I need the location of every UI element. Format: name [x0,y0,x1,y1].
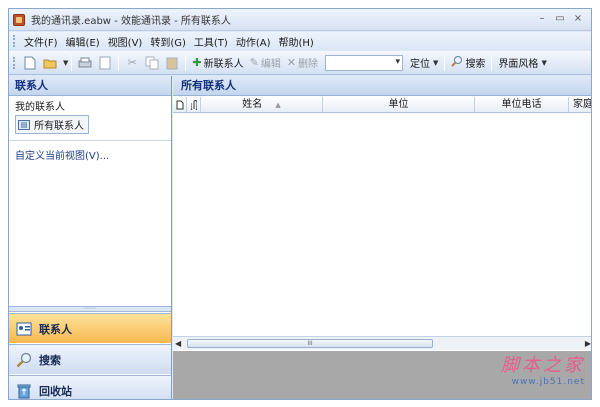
menu-help[interactable]: 帮助(H) [274,34,317,49]
delete-label: 删除 [298,59,319,70]
locate-label: 定位 [410,59,431,70]
scroll-left-icon[interactable]: ◀ [175,339,181,348]
horizontal-scrollbar[interactable]: ◀ III ▶ [173,336,591,350]
right-pane: 所有联系人 姓名 ▲ 单位 单位电话 家庭 ◀ III ▶ 脚本之家 www.j… [173,76,592,399]
nav-splitter[interactable]: ⋯⋯ [9,306,171,312]
new-document-icon[interactable] [22,55,38,71]
nav-search-button[interactable]: 搜索 [9,344,171,374]
column-company-label: 单位 [388,99,409,110]
all-contacts-label: 所有联系人 [34,121,84,132]
copy-icon[interactable] [144,55,160,71]
locate-input[interactable] [325,54,404,71]
edit-button[interactable]: ✎ 编辑 [247,55,284,70]
delete-button[interactable]: ✕ 删除 [284,55,321,70]
print-preview-icon[interactable] [97,55,113,71]
toolbar-separator [185,54,187,71]
open-dropdown-icon[interactable]: ▼ [63,59,68,67]
column-company-phone-label: 单位电话 [501,99,542,110]
nav-contacts-button[interactable]: 联系人 [9,313,171,343]
cut-icon[interactable]: ✂ [124,55,140,71]
nav-recycle-button[interactable]: 回收站 [9,375,171,400]
nav-search-label: 搜索 [39,353,61,367]
locate-button[interactable]: 定位 ▼ [407,55,441,71]
scroll-right-icon[interactable]: ▶ [585,339,591,348]
menu-actions[interactable]: 动作(A) [232,34,275,49]
skin-dropdown-icon: ▼ [541,58,547,67]
left-pane-header: 联系人 [9,76,171,96]
column-name[interactable]: 姓名 ▲ [201,97,323,112]
watermark-text: 脚本之家 [501,355,585,376]
app-icon [13,13,25,26]
all-contacts-folder[interactable]: ▤ 所有联系人 [15,115,89,134]
skin-label: 界面风格 [498,59,539,70]
skin-button[interactable]: 界面风格 ▼ [495,55,549,71]
column-headers: 姓名 ▲ 单位 单位电话 家庭 [173,97,592,113]
menu-grip [13,35,16,47]
window-controls: – ▭ × [533,12,587,26]
title-bar: 我的通讯录.eabw - 效能通讯录 - 所有联系人 – ▭ × [9,9,591,31]
menu-edit[interactable]: 编辑(E) [62,34,104,49]
recycle-bin-icon [15,382,33,400]
menu-tools[interactable]: 工具(T) [190,34,232,49]
nav-recycle-label: 回收站 [39,384,72,398]
column-company[interactable]: 单位 [323,97,475,112]
left-pane: 联系人 我的联系人 ▤ 所有联系人 自定义当前视图(V)... ⋯⋯ 联系人 搜… [9,76,172,400]
toolbar-separator [118,54,120,71]
delete-x-icon: ✕ [286,56,297,69]
my-contacts-label: 我的联系人 [15,102,65,113]
menu-bar: 文件(F) 编辑(E) 视图(V) 转到(G) 工具(T) 动作(A) 帮助(H… [9,32,591,50]
contacts-folder-icon: ▤ [18,119,30,130]
magnifier-icon [451,55,463,70]
paste-icon[interactable] [164,55,180,71]
locate-dropdown-icon: ▼ [433,58,439,67]
customize-view-link[interactable]: 自定义当前视图(V)... [9,147,171,162]
column-company-phone[interactable]: 单位电话 [475,97,569,112]
edit-label: 编辑 [260,59,281,70]
right-pane-header: 所有联系人 [173,76,591,96]
menu-file[interactable]: 文件(F) [20,34,62,49]
search-button[interactable]: 搜索 [448,55,488,70]
contact-card-icon [15,320,33,338]
watermark-url: www.jb51.net [511,377,585,387]
left-divider [9,140,171,141]
nav-contacts-label: 联系人 [39,322,72,336]
close-button[interactable]: × [569,12,587,26]
preview-area: 脚本之家 www.jb51.net [173,351,591,399]
pencil-icon: ✎ [249,56,259,69]
column-name-label: 姓名 [242,99,263,110]
minimize-button[interactable]: – [533,12,551,26]
column-home-label: 家庭 [573,99,592,110]
toolbar-separator [444,54,446,71]
search-icon [15,351,33,369]
column-home[interactable]: 家庭 [569,97,592,112]
column-card-icon[interactable] [173,97,187,112]
column-attachment-icon[interactable] [187,97,201,112]
watermark: 脚本之家 www.jb51.net [501,351,585,387]
new-contact-button[interactable]: ✚ 新联系人 [189,55,246,70]
plus-icon: ✚ [192,56,202,69]
open-folder-icon[interactable] [42,55,58,71]
menu-goto[interactable]: 转到(G) [146,34,190,49]
sort-ascending-icon: ▲ [275,101,281,109]
menu-view[interactable]: 视图(V) [104,34,147,49]
print-icon[interactable] [77,55,93,71]
toolbar: ▼ ✂ ✚ 新联系人 ✎ 编辑 ✕ 删除 定位 ▼ [9,51,591,75]
search-label: 搜索 [465,59,486,70]
new-contact-label: 新联系人 [203,59,244,70]
restore-button[interactable]: ▭ [551,12,569,26]
window-title: 我的通讯录.eabw - 效能通讯录 - 所有联系人 [31,16,231,27]
toolbar-grip [13,56,16,69]
app-window: 我的通讯录.eabw - 效能通讯录 - 所有联系人 – ▭ × 文件(F) 编… [8,8,592,400]
toolbar-separator [71,54,73,71]
scroll-thumb[interactable]: III [187,339,433,348]
toolbar-separator [491,54,493,71]
